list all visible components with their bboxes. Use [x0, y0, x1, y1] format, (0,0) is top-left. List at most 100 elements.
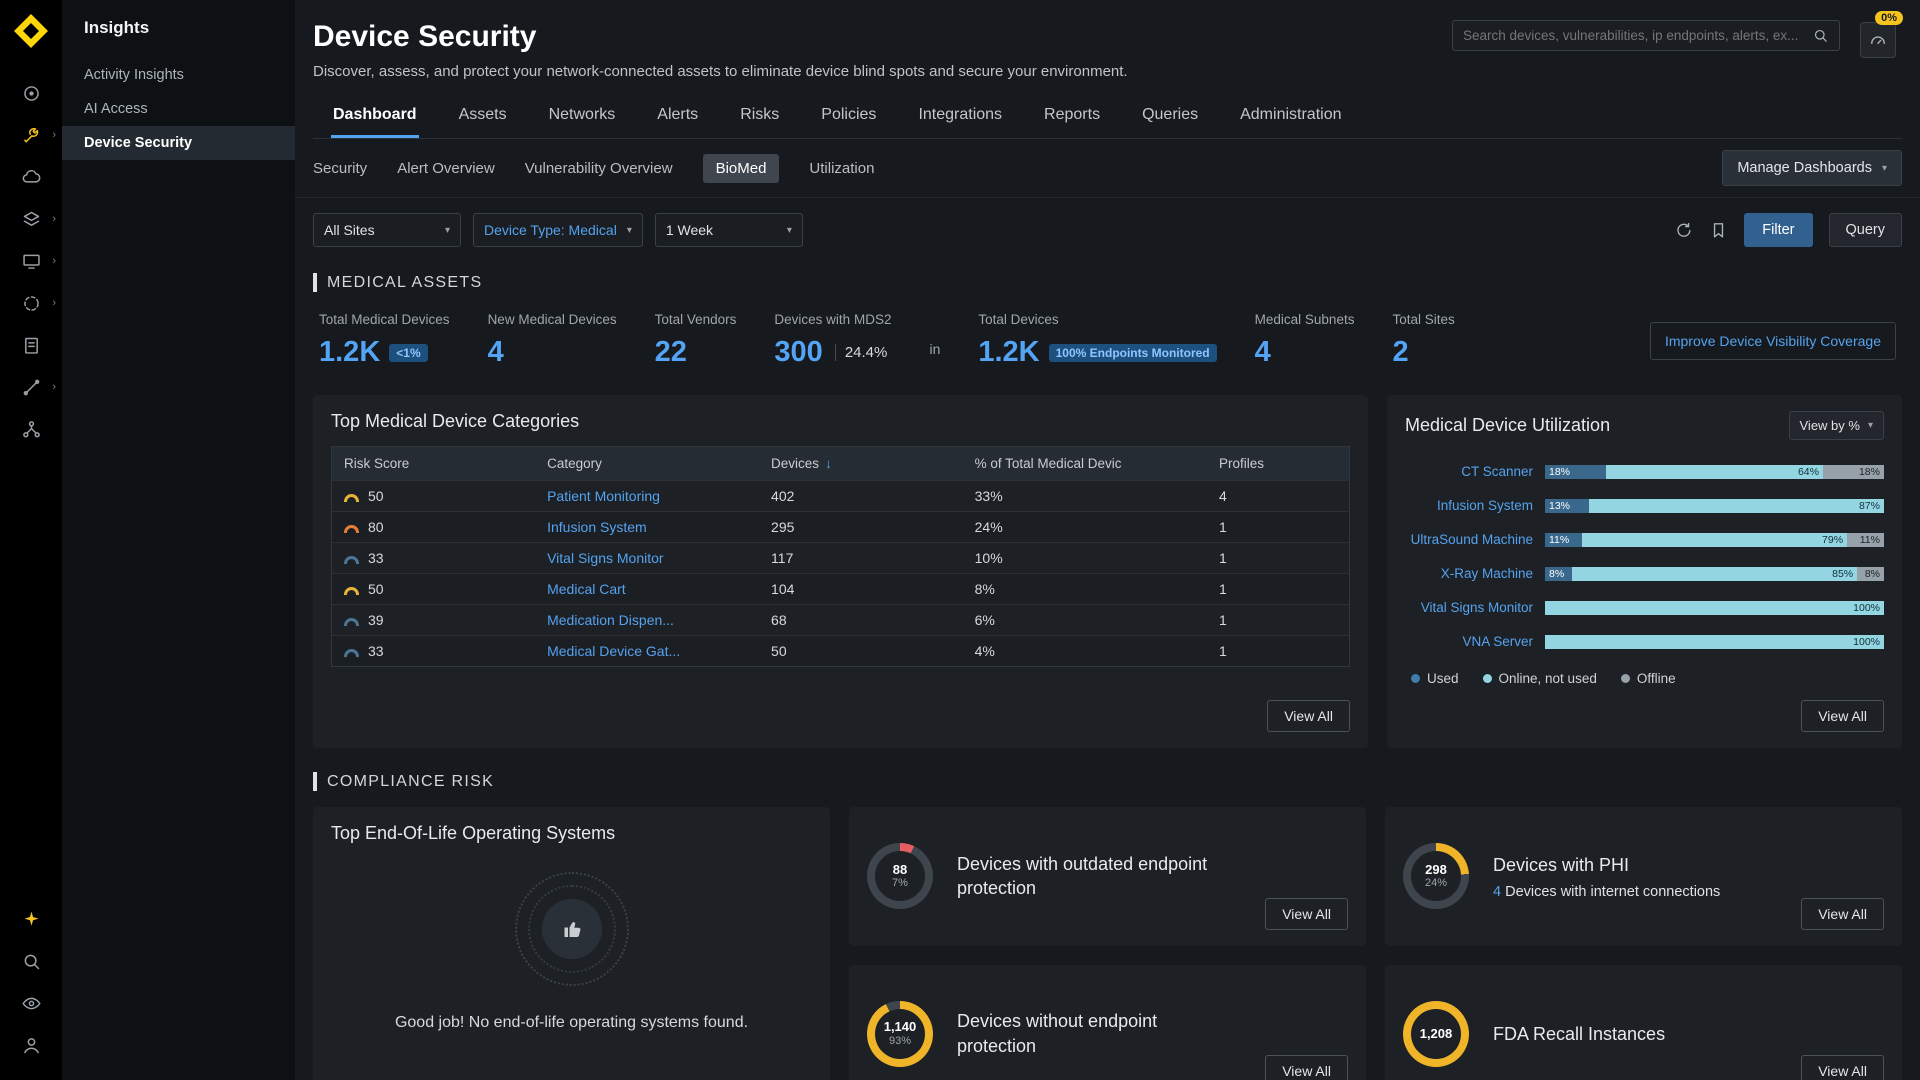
eol-os-card: Top End-Of-Life Operating Systems Good j… — [313, 807, 830, 1080]
category-link[interactable]: Vital Signs Monitor — [547, 550, 663, 566]
rail-sitemap-icon[interactable] — [0, 408, 62, 450]
table-row[interactable]: 80 Infusion System 295 24% 1 — [332, 512, 1350, 543]
search-input[interactable] — [1463, 28, 1804, 43]
tab-alerts[interactable]: Alerts — [655, 96, 700, 138]
rail-search-icon[interactable] — [0, 940, 62, 982]
donut-value: 88 — [892, 862, 908, 878]
utilization-category-link[interactable]: Vital Signs Monitor — [1405, 600, 1533, 615]
subtab-utilization[interactable]: Utilization — [809, 154, 874, 183]
bar-segment-online: 100% — [1545, 601, 1884, 615]
table-row[interactable]: 50 Patient Monitoring 402 33% 4 — [332, 481, 1350, 512]
tab-administration[interactable]: Administration — [1238, 96, 1343, 138]
tab-integrations[interactable]: Integrations — [916, 96, 1004, 138]
category-link[interactable]: Infusion System — [547, 519, 647, 535]
column-pct-total[interactable]: % of Total Medical Devic — [963, 447, 1207, 481]
sidebar-item-device-security[interactable]: Device Security — [62, 126, 295, 160]
tab-networks[interactable]: Networks — [547, 96, 618, 138]
utilization-category-link[interactable]: Infusion System — [1405, 498, 1533, 513]
category-link[interactable]: Medical Cart — [547, 581, 626, 597]
rail-radar-icon[interactable] — [0, 72, 62, 114]
rail-cloud-icon[interactable] — [0, 156, 62, 198]
improve-visibility-button[interactable]: Improve Device Visibility Coverage — [1650, 322, 1896, 360]
column-category[interactable]: Category — [535, 447, 759, 481]
risk-gauge-icon — [344, 494, 359, 502]
compliance-title: COMPLIANCE RISK — [327, 773, 494, 791]
donut-chart: 88 7% — [867, 843, 933, 909]
table-row[interactable]: 33 Vital Signs Monitor 117 10% 1 — [332, 543, 1350, 574]
category-link[interactable]: Patient Monitoring — [547, 488, 660, 504]
subtab-vulnerability-overview[interactable]: Vulnerability Overview — [525, 154, 673, 183]
category-link[interactable]: Medical Device Gat... — [547, 643, 680, 659]
stat-total-medical-devices: Total Medical Devices 1.2K <1% — [319, 312, 450, 369]
chevron-right-icon: › — [52, 129, 56, 141]
filter-button[interactable]: Filter — [1744, 213, 1812, 247]
utilization-category-link[interactable]: X-Ray Machine — [1405, 566, 1533, 581]
rail-layers-icon[interactable]: › — [0, 198, 62, 240]
chevron-right-icon: › — [52, 381, 56, 393]
rail-monitor-icon[interactable]: › — [0, 240, 62, 282]
sort-desc-icon[interactable]: ↓ — [825, 456, 832, 471]
utilization-category-link[interactable]: UltraSound Machine — [1405, 532, 1533, 547]
stat-badge: <1% — [389, 344, 427, 362]
column-profiles[interactable]: Profiles — [1207, 447, 1350, 481]
brand-logo-icon[interactable] — [12, 12, 50, 50]
table-row[interactable]: 39 Medication Dispen... 68 6% 1 — [332, 605, 1350, 636]
devices-with-phi-card: 298 24% Devices with PHI 4 Devices with … — [1385, 807, 1902, 946]
category-link[interactable]: Medication Dispen... — [547, 612, 674, 628]
insights-sidebar: Insights Activity Insights AI Access Dev… — [62, 0, 295, 1080]
sidebar-item-activity-insights[interactable]: Activity Insights — [62, 58, 295, 92]
view-all-button[interactable]: View All — [1265, 898, 1348, 930]
thumbs-up-icon — [542, 899, 602, 959]
rail-wrench-icon[interactable]: › — [0, 114, 62, 156]
section-accent-bar — [313, 273, 317, 292]
pct-of-total: 33% — [963, 481, 1207, 512]
tab-reports[interactable]: Reports — [1042, 96, 1102, 138]
rail-eye-icon[interactable] — [0, 982, 62, 1024]
view-all-button[interactable]: View All — [1265, 1055, 1348, 1080]
view-all-button[interactable]: View All — [1801, 1055, 1884, 1080]
rail-ai-sparkle-icon[interactable] — [0, 898, 62, 940]
tab-policies[interactable]: Policies — [819, 96, 878, 138]
coverage-gauge-icon[interactable] — [1860, 22, 1896, 58]
stat-value: 1.2K — [319, 336, 380, 369]
bookmark-icon[interactable] — [1709, 221, 1728, 240]
page-title: Device Security — [313, 20, 1128, 54]
subtab-biomed[interactable]: BioMed — [703, 154, 780, 183]
query-button[interactable]: Query — [1829, 213, 1903, 247]
view-all-button[interactable]: View All — [1801, 898, 1884, 930]
outdated-endpoint-card: 88 7% Devices with outdated endpoint pro… — [849, 807, 1366, 946]
rail-user-icon[interactable] — [0, 1024, 62, 1066]
time-range-select[interactable]: 1 Week ▾ — [655, 213, 803, 247]
stat-label: Devices with MDS2 — [774, 312, 891, 327]
rail-loader-icon[interactable]: › — [0, 282, 62, 324]
view-all-button[interactable]: View All — [1801, 700, 1884, 732]
column-risk-score[interactable]: Risk Score — [332, 447, 536, 481]
view-all-button[interactable]: View All — [1267, 700, 1350, 732]
utilization-category-link[interactable]: CT Scanner — [1405, 464, 1533, 479]
table-row[interactable]: 33 Medical Device Gat... 50 4% 1 — [332, 636, 1350, 667]
tab-assets[interactable]: Assets — [457, 96, 509, 138]
tab-dashboard[interactable]: Dashboard — [331, 96, 419, 138]
sub-count[interactable]: 4 — [1493, 884, 1501, 900]
sidebar-item-ai-access[interactable]: AI Access — [62, 92, 295, 126]
stat-new-medical-devices: New Medical Devices 4 — [488, 312, 617, 369]
search-icon[interactable] — [1812, 27, 1829, 44]
view-by-value: View by % — [1800, 418, 1860, 433]
tab-risks[interactable]: Risks — [738, 96, 781, 138]
eol-os-title: Top End-Of-Life Operating Systems — [331, 823, 812, 844]
refresh-icon[interactable] — [1674, 221, 1693, 240]
rail-tools-icon[interactable]: › — [0, 366, 62, 408]
chevron-right-icon: › — [52, 297, 56, 309]
column-devices[interactable]: Devices↓ — [759, 447, 963, 481]
table-row[interactable]: 50 Medical Cart 104 8% 1 — [332, 574, 1350, 605]
site-filter-select[interactable]: All Sites ▾ — [313, 213, 461, 247]
donut-pct: 93% — [884, 1035, 917, 1048]
device-type-filter-select[interactable]: Device Type: Medical ▾ — [473, 213, 643, 247]
subtab-security[interactable]: Security — [313, 154, 367, 183]
manage-dashboards-button[interactable]: Manage Dashboards ▾ — [1722, 150, 1902, 186]
utilization-category-link[interactable]: VNA Server — [1405, 634, 1533, 649]
view-by-select[interactable]: View by % ▾ — [1789, 411, 1885, 440]
subtab-alert-overview[interactable]: Alert Overview — [397, 154, 495, 183]
rail-report-icon[interactable] — [0, 324, 62, 366]
tab-queries[interactable]: Queries — [1140, 96, 1200, 138]
